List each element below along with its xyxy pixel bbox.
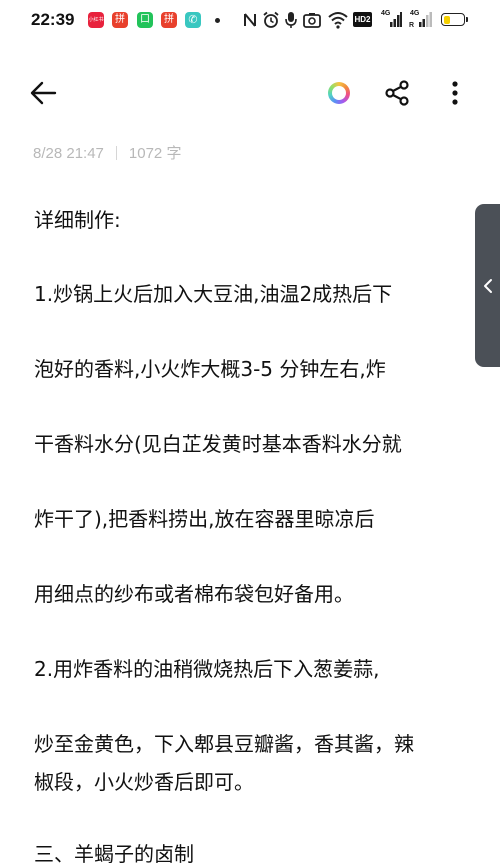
note-word-count: 1072 字 xyxy=(128,145,182,162)
share-button[interactable] xyxy=(384,80,412,106)
note-line: 三、羊蝎子的卤制 xyxy=(34,842,194,866)
battery-icon xyxy=(441,13,465,26)
phone-app-icon: ✆ xyxy=(185,12,201,28)
note-date: 8/28 21:47 xyxy=(33,145,104,162)
note-line: 用细点的纱布或者棉布袋包好备用。 xyxy=(34,582,354,606)
phone-app-label: ✆ xyxy=(188,13,198,26)
xiaohongshu-label: 小红书 xyxy=(88,17,104,23)
note-meta: 8/28 21:47 1072 字 xyxy=(33,142,181,163)
pinduoduo-label: 拼 xyxy=(115,14,125,25)
chevron-left-icon xyxy=(484,279,492,293)
hd-voice-badge: HD2 xyxy=(353,12,372,27)
color-palette-button[interactable] xyxy=(328,82,350,104)
alarm-icon xyxy=(263,11,279,28)
note-line: 详细制作: xyxy=(34,208,121,232)
note-line: 泡好的香料,小火炸大概3-5 分钟左右,炸 xyxy=(34,357,386,381)
arrow-left-icon xyxy=(30,81,57,105)
status-time: 22:39 xyxy=(31,10,75,29)
xiaohongshu-icon: 小红书 xyxy=(88,12,104,28)
note-line: 1.炒锅上火后加入大豆油,油温2成热后下 xyxy=(34,282,393,306)
svg-text:R: R xyxy=(409,22,414,28)
green-app-icon: 口 xyxy=(137,12,153,28)
nfc-icon xyxy=(244,13,256,27)
pinduoduo-icon-2: 拼 xyxy=(161,12,177,28)
meta-divider xyxy=(115,146,117,160)
note-line: 2.用炸香料的油稍微烧热后下入葱姜蒜, xyxy=(34,657,380,681)
battery-tip xyxy=(466,17,468,22)
side-drawer-handle[interactable] xyxy=(475,204,500,367)
note-line: 炒至金黄色，下入郫县豆瓣酱，香其酱，辣 xyxy=(34,732,414,756)
more-options-button[interactable] xyxy=(446,80,464,106)
note-line: 炸干了),把香料捞出,放在容器里晾凉后 xyxy=(34,507,375,531)
camera-icon xyxy=(303,13,321,28)
note-line: 椒段，小火炒香后即可。 xyxy=(34,770,254,794)
battery-level xyxy=(443,15,450,24)
more-vertical-icon xyxy=(452,81,458,105)
microphone-icon xyxy=(285,12,297,28)
status-bar: 22:39 小红书 拼 口 拼 ✆ HD2 4G 4G R xyxy=(0,0,500,44)
back-button[interactable] xyxy=(30,80,58,106)
note-line: 干香料水分(见白芷发黄时基本香料水分就 xyxy=(34,432,402,456)
signal-strength-icon xyxy=(390,12,402,27)
signal-strength-icon-2: R xyxy=(409,12,432,28)
share-icon xyxy=(385,80,409,106)
wifi-icon xyxy=(328,12,348,29)
pinduoduo-label-2: 拼 xyxy=(164,14,174,25)
notification-dot-icon xyxy=(215,18,220,23)
pinduoduo-icon: 拼 xyxy=(112,12,128,28)
green-app-label: 口 xyxy=(140,14,150,25)
